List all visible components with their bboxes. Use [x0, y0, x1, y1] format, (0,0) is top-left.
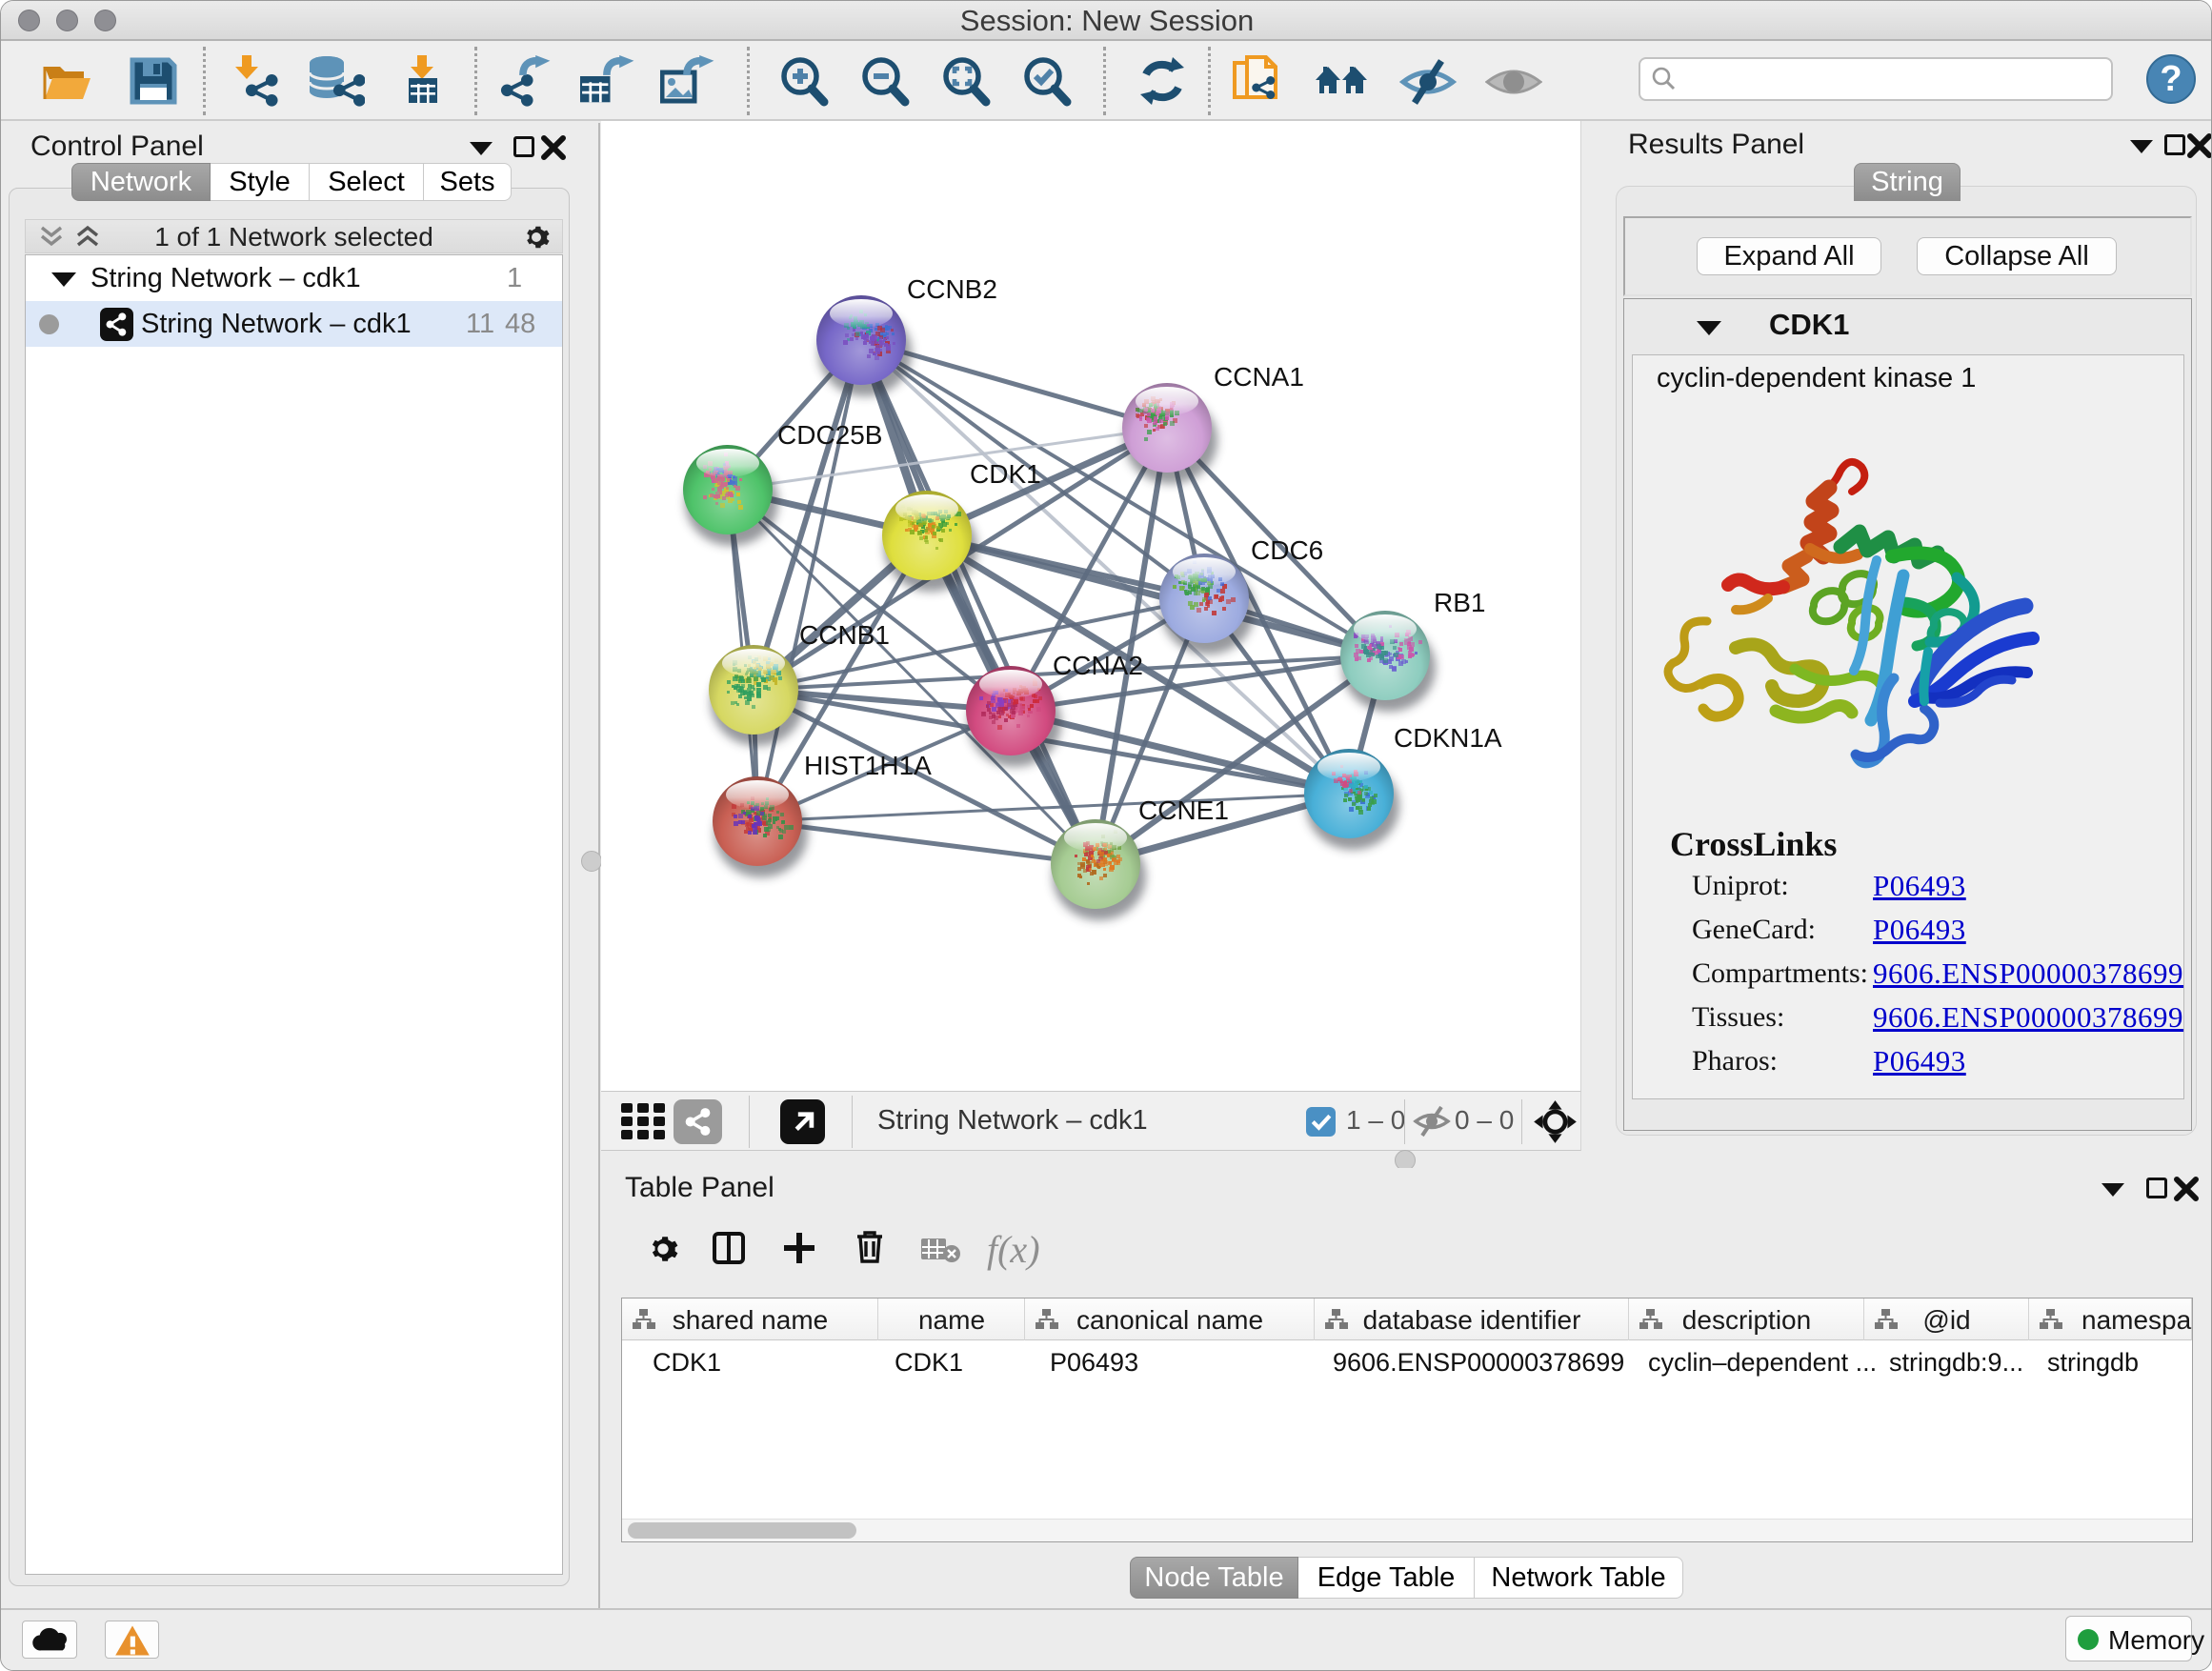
svg-text:CCNA2: CCNA2 [1053, 651, 1143, 680]
svg-text:CDC6: CDC6 [1251, 535, 1323, 565]
svg-text:CCNB1: CCNB1 [799, 620, 890, 650]
svg-text:HIST1H1A: HIST1H1A [804, 751, 932, 780]
svg-text:CCNB2: CCNB2 [907, 274, 997, 304]
svg-text:CCNA1: CCNA1 [1214, 362, 1304, 392]
svg-text:CDK1: CDK1 [970, 459, 1041, 489]
svg-text:CCNE1: CCNE1 [1138, 795, 1229, 825]
svg-text:CDC25B: CDC25B [777, 420, 882, 450]
svg-text:CDKN1A: CDKN1A [1394, 723, 1502, 753]
svg-text:RB1: RB1 [1434, 588, 1485, 617]
